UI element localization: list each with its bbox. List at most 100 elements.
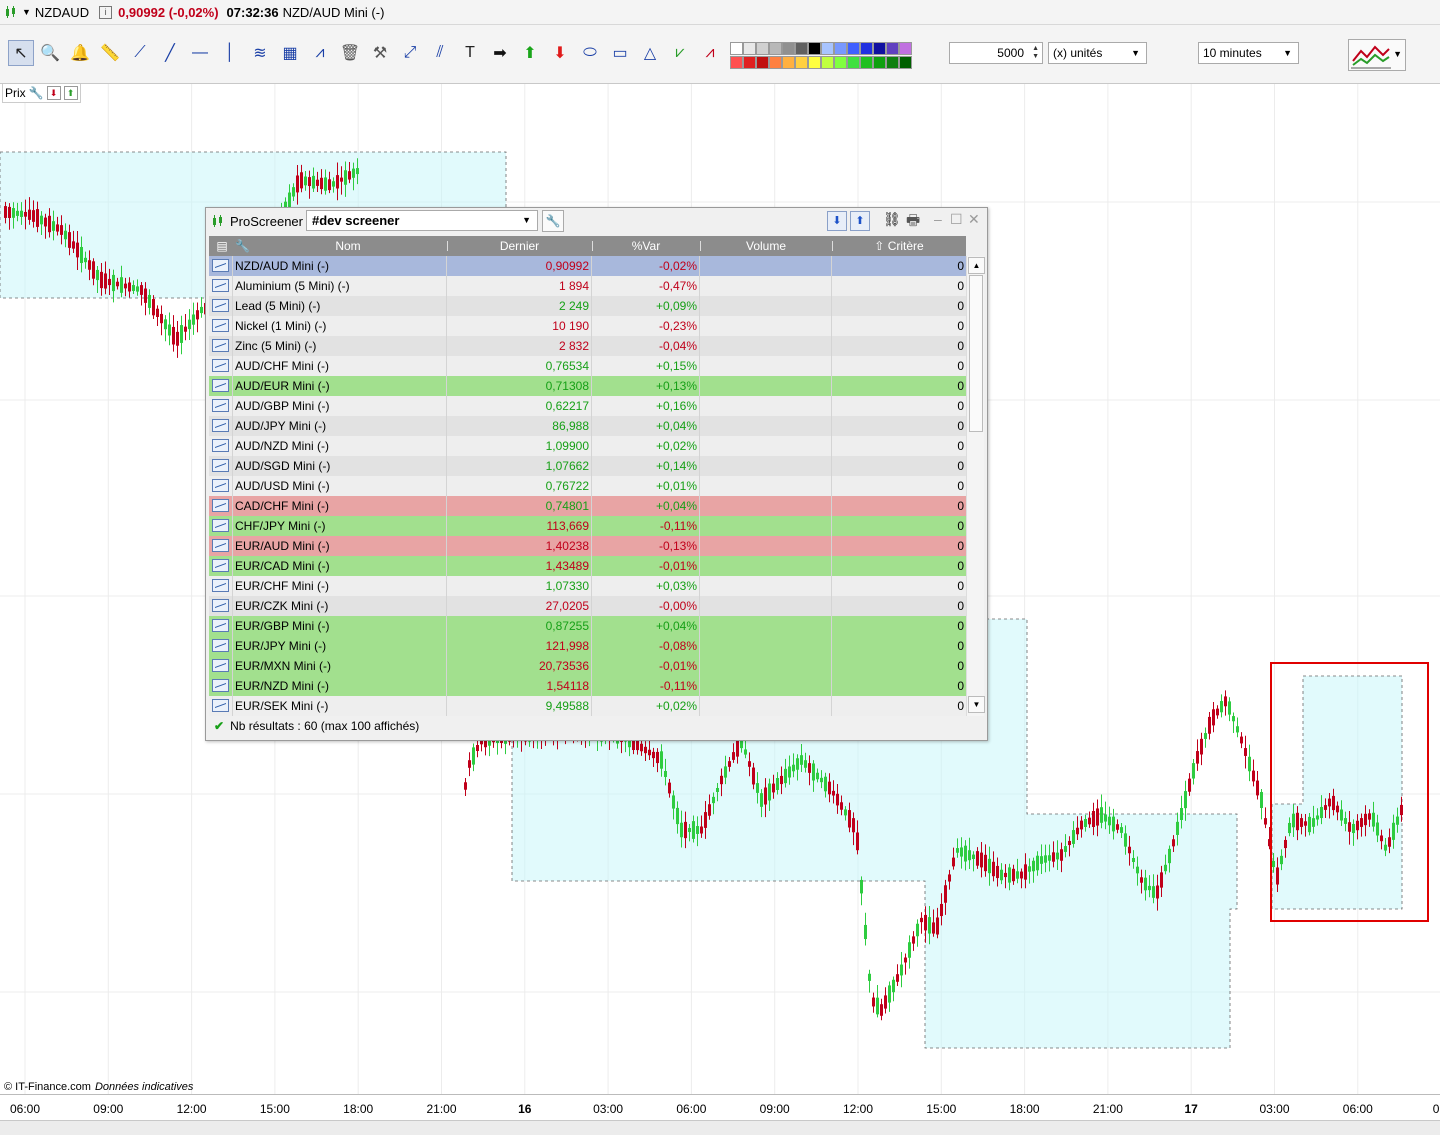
row-chart-cell[interactable] [209, 416, 233, 436]
screener-row[interactable]: Lead (5 Mini) (-) 2 249 +0,09% 0 [209, 296, 966, 316]
color-swatch[interactable] [782, 42, 795, 55]
color-swatch[interactable] [821, 42, 834, 55]
row-chart-cell[interactable] [209, 516, 233, 536]
unit-select[interactable]: (x) unités ▼ [1048, 42, 1147, 64]
wrench-icon[interactable]: 🔧 [235, 236, 250, 256]
sort-up-button[interactable]: ⬆ [850, 211, 870, 231]
mini-chart-icon[interactable] [212, 459, 229, 472]
color-swatch[interactable] [756, 42, 769, 55]
color-swatch[interactable] [743, 42, 756, 55]
screener-row[interactable]: NZD/AUD Mini (-) 0,90992 -0,02% 0 [209, 256, 966, 276]
color-swatch[interactable] [860, 42, 873, 55]
screener-row[interactable]: EUR/SEK Mini (-) 9,49588 +0,02% 0 [209, 696, 966, 716]
quantity-spinner[interactable]: ▲ ▼ [1032, 45, 1039, 61]
hammer-tool-icon[interactable]: ⚒ [368, 41, 392, 65]
row-chart-cell[interactable] [209, 496, 233, 516]
horizontal-line-tool-icon[interactable]: — [188, 41, 212, 65]
oblique-ray-tool-icon[interactable]: ⫽ [428, 41, 452, 65]
print-icon[interactable]: 🖶 [906, 210, 920, 235]
mini-chart-icon[interactable] [212, 559, 229, 572]
arrow-up-tool-icon[interactable]: ⬆ [518, 41, 542, 65]
trend-channel-tool-icon[interactable]: ⩘ [308, 41, 332, 65]
mini-chart-icon[interactable] [212, 339, 229, 352]
column-header-criterion[interactable]: ⇧ Critère [832, 236, 966, 256]
row-chart-cell[interactable] [209, 356, 233, 376]
zoom-tool-icon[interactable]: 🔍 [38, 41, 62, 65]
segment-tool-icon[interactable]: ⟋ [128, 41, 152, 65]
row-chart-cell[interactable] [209, 576, 233, 596]
wrench-icon[interactable]: 🔧 [29, 84, 44, 102]
mini-chart-icon[interactable] [212, 699, 229, 712]
color-swatch[interactable] [769, 56, 782, 69]
pointer-tool-icon[interactable]: ↖ [8, 40, 34, 66]
delete-tool-icon[interactable]: 🗑 [338, 41, 362, 65]
fibonacci-tool-icon[interactable]: ≋ [248, 41, 272, 65]
color-swatch[interactable] [808, 42, 821, 55]
mini-chart-icon[interactable] [212, 499, 229, 512]
screener-row[interactable]: AUD/JPY Mini (-) 86,988 +0,04% 0 [209, 416, 966, 436]
screener-select[interactable]: #dev screener ▼ [306, 210, 538, 231]
arrow-up-green-icon[interactable]: ⬆ [63, 86, 78, 100]
color-swatch[interactable] [847, 56, 860, 69]
screener-row[interactable]: AUD/USD Mini (-) 0,76722 +0,01% 0 [209, 476, 966, 496]
close-icon[interactable]: ✕ [968, 211, 980, 228]
color-swatch[interactable] [860, 56, 873, 69]
quantity-input[interactable]: 5000 ▲ ▼ [949, 42, 1043, 64]
mini-chart-icon[interactable] [212, 259, 229, 272]
column-header-last[interactable]: Dernier [447, 236, 592, 256]
row-chart-cell[interactable] [209, 336, 233, 356]
mini-chart-icon[interactable] [212, 619, 229, 632]
row-chart-cell[interactable] [209, 556, 233, 576]
row-chart-cell[interactable] [209, 596, 233, 616]
color-swatch[interactable] [886, 42, 899, 55]
mini-chart-icon[interactable] [212, 539, 229, 552]
row-chart-cell[interactable] [209, 676, 233, 696]
mini-chart-icon[interactable] [212, 579, 229, 592]
link-icon[interactable]: ⛓ [883, 211, 901, 228]
color-swatch[interactable] [756, 56, 769, 69]
wrench-icon[interactable]: 🔧 [542, 210, 564, 232]
channel-tool-icon[interactable]: ▦ [278, 41, 302, 65]
color-swatch[interactable] [782, 56, 795, 69]
color-swatch[interactable] [808, 56, 821, 69]
mini-chart-icon[interactable] [212, 319, 229, 332]
color-swatch[interactable] [899, 56, 912, 69]
row-chart-cell[interactable] [209, 396, 233, 416]
color-swatch[interactable] [834, 42, 847, 55]
screener-row[interactable]: AUD/EUR Mini (-) 0,71308 +0,13% 0 [209, 376, 966, 396]
screener-row[interactable]: EUR/CAD Mini (-) 1,43489 -0,01% 0 [209, 556, 966, 576]
mini-chart-icon[interactable] [212, 379, 229, 392]
column-header-name[interactable]: Nom [249, 236, 447, 256]
color-swatch[interactable] [886, 56, 899, 69]
screener-row[interactable]: EUR/CHF Mini (-) 1,07330 +0,03% 0 [209, 576, 966, 596]
screener-row[interactable]: AUD/CHF Mini (-) 0,76534 +0,15% 0 [209, 356, 966, 376]
row-chart-cell[interactable] [209, 476, 233, 496]
screener-row[interactable]: AUD/NZD Mini (-) 1,09900 +0,02% 0 [209, 436, 966, 456]
color-swatch[interactable] [899, 42, 912, 55]
row-chart-cell[interactable] [209, 636, 233, 656]
arrow-down-red-icon[interactable]: ⬇ [46, 86, 61, 100]
color-swatch[interactable] [730, 42, 743, 55]
screener-row[interactable]: CAD/CHF Mini (-) 0,74801 +0,04% 0 [209, 496, 966, 516]
screener-row[interactable]: CHF/JPY Mini (-) 113,669 -0,11% 0 [209, 516, 966, 536]
screener-row[interactable]: Nickel (1 Mini) (-) 10 190 -0,23% 0 [209, 316, 966, 336]
color-swatch[interactable] [847, 42, 860, 55]
screener-row[interactable]: EUR/GBP Mini (-) 0,87255 +0,04% 0 [209, 616, 966, 636]
ellipse-tool-icon[interactable]: ⬭ [578, 41, 602, 65]
row-chart-cell[interactable] [209, 276, 233, 296]
ray-tool-icon[interactable]: ⤢ [398, 41, 422, 65]
mini-chart-icon[interactable] [212, 659, 229, 672]
mini-chart-icon[interactable] [212, 299, 229, 312]
proscreener-window[interactable]: ProScreener #dev screener ▼ 🔧 ⬇ ⬆ ⛓ 🖶 – … [205, 207, 988, 741]
pattern-tool-icon[interactable]: ⩗ [668, 41, 692, 65]
ruler-tool-icon[interactable]: 📏 [98, 41, 122, 65]
screener-row[interactable]: EUR/AUD Mini (-) 1,40238 -0,13% 0 [209, 536, 966, 556]
screener-row[interactable]: EUR/JPY Mini (-) 121,998 -0,08% 0 [209, 636, 966, 656]
sort-down-button[interactable]: ⬇ [827, 211, 847, 231]
screener-row[interactable]: EUR/MXN Mini (-) 20,73536 -0,01% 0 [209, 656, 966, 676]
screener-row[interactable]: AUD/GBP Mini (-) 0,62217 +0,16% 0 [209, 396, 966, 416]
mini-chart-icon[interactable] [212, 359, 229, 372]
color-swatch[interactable] [795, 42, 808, 55]
row-chart-cell[interactable] [209, 316, 233, 336]
mini-chart-icon[interactable] [212, 679, 229, 692]
